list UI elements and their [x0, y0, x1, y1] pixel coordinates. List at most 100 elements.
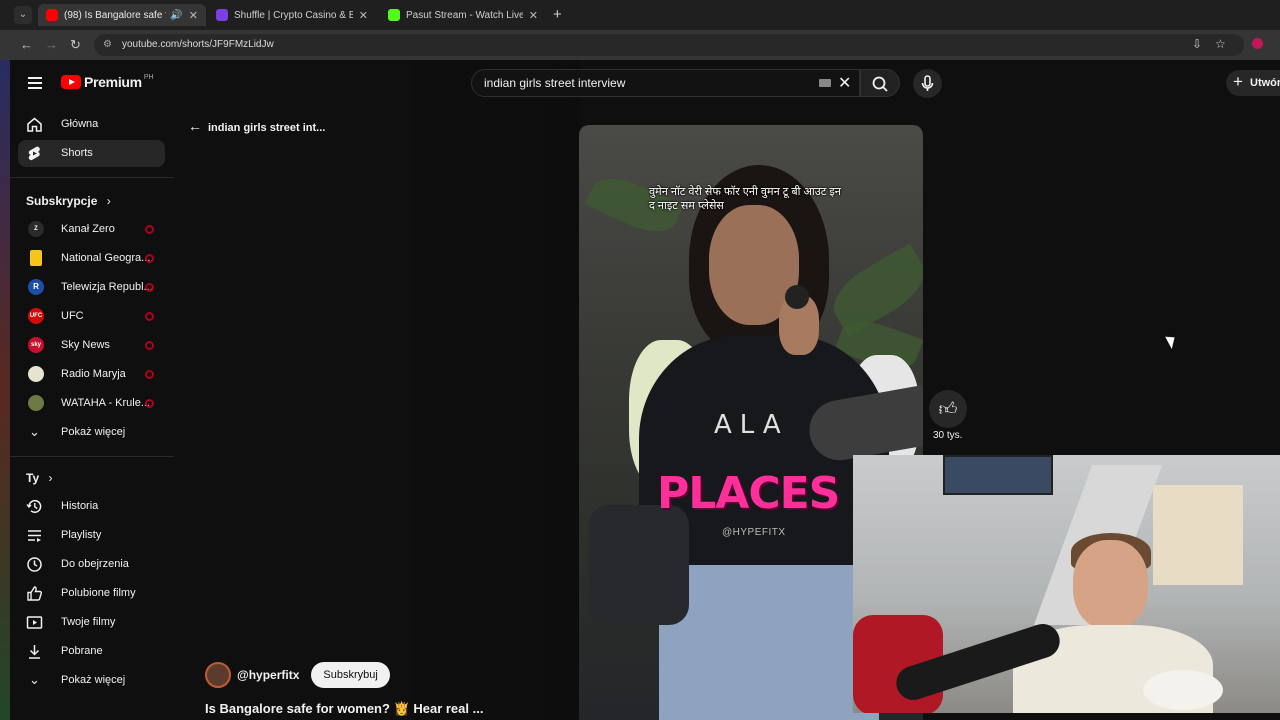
tab-search-button[interactable]: ⌄	[14, 6, 32, 24]
screen-edge-artifact	[0, 60, 10, 720]
search-button[interactable]	[860, 69, 900, 97]
sidebar-item-home[interactable]: Główna	[18, 111, 165, 138]
sidebar-item-label: Do obejrzenia	[61, 558, 129, 570]
sidebar-show-more-you[interactable]: ⌄ Pokaż więcej	[18, 667, 165, 694]
kick-favicon-icon	[388, 9, 400, 21]
sidebar-item-watch-later[interactable]: Do obejrzenia	[18, 551, 165, 578]
sidebar-item-telewizja-republika[interactable]: R Telewizja Republ...	[18, 274, 165, 301]
home-icon	[27, 117, 42, 132]
close-tab-icon[interactable]: ✕	[359, 9, 368, 22]
create-button[interactable]: + Utwórz	[1226, 70, 1280, 96]
close-tab-icon[interactable]: ✕	[529, 9, 538, 22]
subscribe-button[interactable]: Subskrybuj	[311, 662, 390, 688]
sidebar-item-label: Główna	[61, 118, 99, 130]
chevron-right-icon: ›	[106, 194, 111, 208]
youtube-play-icon	[61, 75, 81, 89]
sidebar-show-more-subscriptions[interactable]: ⌄ Pokaż więcej	[18, 419, 165, 446]
channel-row: @hyperfitx Subskrybuj	[205, 662, 390, 688]
youtube-logo[interactable]: Premium PH	[61, 74, 154, 90]
sidebar-item-downloads[interactable]: Pobrane	[18, 638, 165, 665]
you-heading[interactable]: Ty ›	[26, 471, 52, 485]
tab-title: (98) Is Bangalore safe for w	[64, 9, 166, 21]
live-indicator-icon	[145, 399, 154, 408]
live-indicator-icon	[145, 312, 154, 321]
back-arrow-icon[interactable]: ←	[20, 37, 33, 52]
sidebar-item-label: National Geogra...	[61, 252, 151, 264]
live-indicator-icon	[145, 341, 154, 350]
sidebar-item-history[interactable]: Historia	[18, 493, 165, 520]
sidebar-divider	[10, 177, 174, 178]
sidebar-item-liked-videos[interactable]: Polubione filmy	[18, 580, 165, 607]
sidebar-item-label: Twoje filmy	[61, 616, 116, 628]
plus-icon: +	[1233, 72, 1243, 91]
liked-videos-icon	[27, 586, 42, 601]
downloads-icon	[29, 645, 40, 659]
keyboard-icon[interactable]	[819, 79, 831, 87]
speaker-icon[interactable]: 🔊	[170, 10, 182, 21]
close-tab-icon[interactable]: ✕	[189, 9, 198, 22]
sidebar-item-ufc[interactable]: UFC UFC	[18, 303, 165, 330]
streamer-webcam-overlay	[853, 455, 1280, 713]
profile-avatar[interactable]	[1252, 38, 1263, 49]
voice-search-button[interactable]	[913, 69, 942, 98]
channel-name[interactable]: @hyperfitx	[237, 668, 299, 682]
channel-avatar: sky	[28, 337, 44, 353]
back-to-search-link[interactable]: ← indian girls street int...	[188, 118, 325, 134]
sidebar-item-national-geographic[interactable]: National Geogra...	[18, 245, 165, 272]
sidebar-item-wataha[interactable]: WATAHA - Krule...	[18, 390, 165, 417]
sidebar-item-kanal-zero[interactable]: Z Kanał Zero	[18, 216, 165, 243]
sidebar-item-label: Shorts	[61, 147, 93, 159]
sidebar-item-label: Pobrane	[61, 645, 103, 657]
install-app-icon[interactable]: ⇩	[1192, 37, 1202, 51]
chevron-right-icon: ›	[48, 471, 53, 485]
new-tab-icon[interactable]: +	[553, 6, 562, 23]
tab-shuffle[interactable]: Shuffle | Crypto Casino & Bitco ✕	[208, 4, 376, 26]
search-input[interactable]: indian girls street interview	[471, 69, 860, 97]
bookmark-star-icon[interactable]: ☆	[1215, 37, 1226, 51]
address-bar[interactable]: ⚙ youtube.com/shorts/JF9FMzLidJw	[94, 34, 1244, 56]
mouse-cursor-icon	[1165, 332, 1179, 350]
tab-title: Shuffle | Crypto Casino & Bitco	[234, 9, 353, 21]
sidebar-item-shorts[interactable]: Shorts	[18, 140, 165, 167]
back-label: indian girls street int...	[208, 122, 326, 134]
video-watermark: @HYPEFITX	[722, 527, 786, 538]
sidebar-item-playlists[interactable]: Playlisty	[18, 522, 165, 549]
sidebar-item-your-videos[interactable]: Twoje filmy	[18, 609, 165, 636]
search-icon	[872, 76, 888, 92]
browser-toolbar: ← → ↻ ⚙ youtube.com/shorts/JF9FMzLidJw ⇩…	[0, 30, 1280, 60]
thumbs-up-icon: 👍︎	[938, 399, 958, 419]
sidebar-item-label: Telewizja Republ...	[61, 281, 153, 293]
sidebar-item-radio-maryja[interactable]: Radio Maryja	[18, 361, 165, 388]
like-count: 30 tys.	[933, 430, 963, 441]
sidebar-item-label: WATAHA - Krule...	[61, 397, 151, 409]
sidebar-item-label: UFC	[61, 310, 84, 322]
sidebar-item-label: Historia	[61, 500, 99, 512]
subscriptions-heading[interactable]: Subskrypcje ›	[26, 194, 111, 208]
shuffle-favicon-icon	[216, 9, 228, 21]
clear-search-icon[interactable]: ✕	[838, 73, 851, 93]
microphone-icon	[921, 75, 934, 91]
watch-later-icon	[27, 557, 42, 572]
short-title[interactable]: Is Bangalore safe for women? 👸 Hear real…	[205, 701, 483, 717]
video-subject-jeans	[659, 565, 879, 720]
sidebar-item-label: Radio Maryja	[61, 368, 126, 380]
site-info-icon[interactable]: ⚙	[103, 34, 112, 56]
tab-kick[interactable]: Pasut Stream - Watch Live on K ✕	[380, 4, 546, 26]
live-indicator-icon	[145, 370, 154, 379]
channel-avatar	[28, 366, 44, 382]
sidebar-item-label: Pokaż więcej	[61, 674, 126, 686]
channel-avatar: UFC	[28, 308, 44, 324]
menu-icon[interactable]	[28, 77, 42, 92]
interview-microphone	[785, 285, 809, 309]
room-window	[943, 455, 1053, 495]
sidebar-item-sky-news[interactable]: sky Sky News	[18, 332, 165, 359]
chevron-down-icon: ⌄	[29, 672, 40, 687]
channel-avatar[interactable]	[205, 662, 231, 688]
tab-youtube[interactable]: (98) Is Bangalore safe for w 🔊 ✕	[38, 4, 206, 26]
reload-icon[interactable]: ↻	[70, 37, 81, 53]
video-subject-bag	[589, 505, 689, 625]
forward-arrow-icon[interactable]: →	[45, 37, 58, 52]
browser-tab-strip: ⌄ (98) Is Bangalore safe for w 🔊 ✕ Shuff…	[0, 0, 1280, 30]
like-button[interactable]: 👍︎	[929, 390, 967, 428]
food-plate	[1143, 670, 1223, 710]
